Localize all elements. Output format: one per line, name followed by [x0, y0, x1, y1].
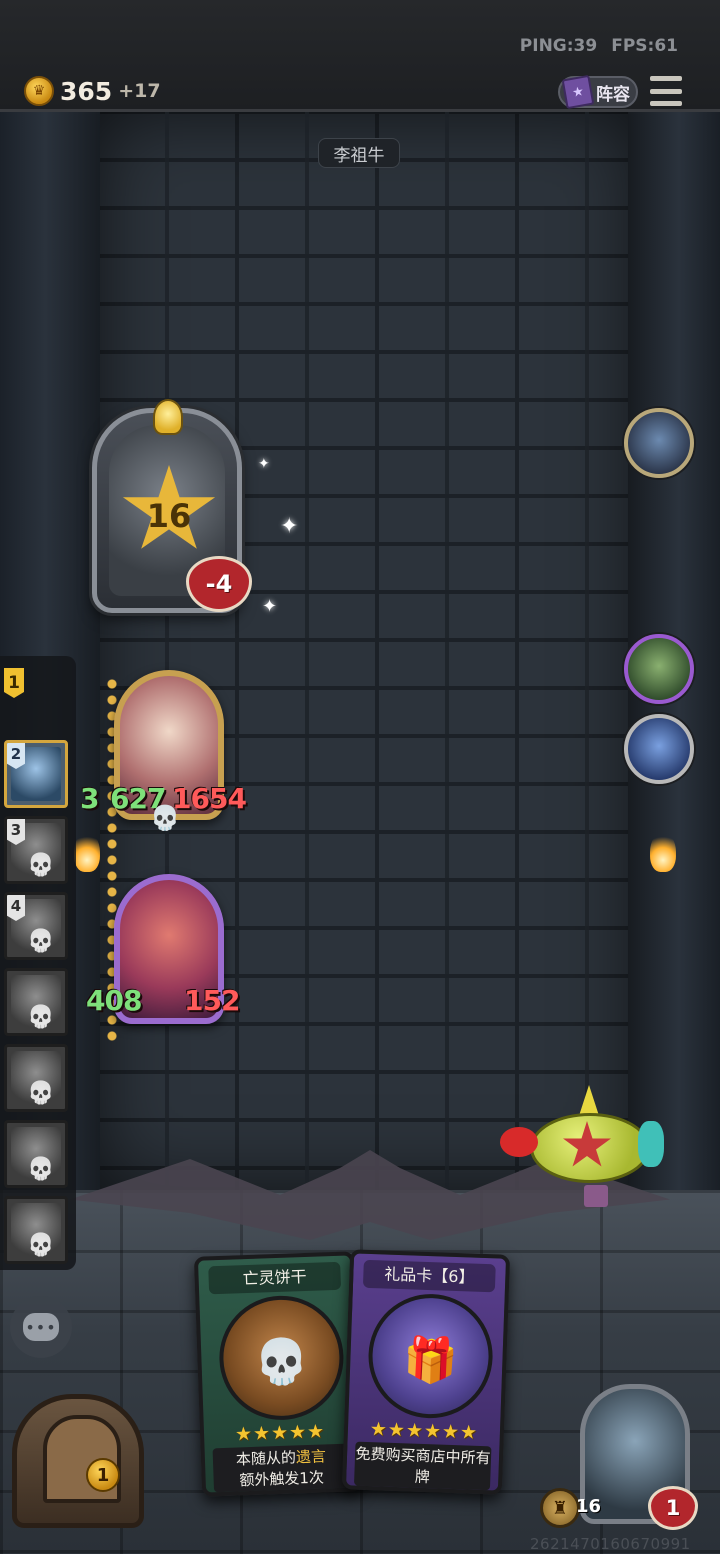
- gold-counter: ♛ 365 +17: [24, 76, 161, 106]
- card-stars: ★★★★★: [234, 1420, 326, 1446]
- card-glyph: 🎁: [402, 1334, 459, 1388]
- torch-flame-right: [650, 832, 676, 872]
- slot-number: 3: [7, 819, 25, 845]
- card-description: 本随从的遗言 额外触发1次: [212, 1443, 351, 1493]
- skull-icon: 💀: [27, 1081, 55, 1106]
- card-text-suffix: 额外触发1次: [239, 1468, 325, 1490]
- minion-2-attack: 408: [86, 984, 142, 1017]
- lineup-button[interactable]: ★ 阵容: [558, 74, 638, 110]
- sparkle-icon: ✦: [280, 514, 299, 539]
- skull-icon: 💀: [27, 929, 55, 954]
- timeline-slot-4[interactable]: 4 💀: [4, 892, 68, 960]
- gold-amount: 365: [60, 76, 113, 106]
- timeline-slot-5[interactable]: 💀: [4, 968, 68, 1036]
- shop-card-gift-card[interactable]: 礼品卡【6】 🎁 ★★★★★★ 免费购买商店中所有牌: [341, 1249, 511, 1495]
- airship-nose: [500, 1127, 538, 1157]
- sparkle-icon: ✦: [262, 596, 278, 617]
- airship-gondola: [584, 1185, 608, 1207]
- player-uid: 2621470160670991: [530, 1535, 691, 1553]
- timeline-slot-7[interactable]: 💀: [4, 1120, 68, 1188]
- minion-1-health: 1654: [172, 782, 247, 815]
- minion-1-attack: 3: [80, 782, 100, 815]
- timeline-slot-3[interactable]: 3 💀: [4, 816, 68, 884]
- deathrattle-skull-icon: 💀: [150, 804, 180, 832]
- minion-2-health: 152: [184, 984, 240, 1017]
- card-text-prefix: 本随从的: [235, 1448, 297, 1469]
- card-keyword: 遗言: [295, 1447, 327, 1467]
- tavern-tier-icon: ♜: [540, 1488, 580, 1528]
- gold-income: +17: [118, 80, 161, 102]
- timeline-slot-6[interactable]: 💀: [4, 1044, 68, 1112]
- timeline-slot-2[interactable]: 2: [4, 740, 68, 808]
- card-title: 礼品卡【6】: [362, 1259, 496, 1293]
- skull-icon: 💀: [27, 1005, 55, 1030]
- skull-icon: 💀: [27, 1157, 55, 1182]
- book-icon: ★: [561, 74, 595, 110]
- opponent-portrait-1[interactable]: [624, 408, 694, 478]
- timeline-slot-8[interactable]: 💀: [4, 1196, 68, 1264]
- lightbulb-icon: [153, 399, 183, 435]
- chat-button[interactable]: •••: [10, 1296, 72, 1358]
- airship-tail: [638, 1121, 664, 1167]
- brick-wall-background: [95, 110, 640, 1190]
- lineup-label: 阵容: [596, 84, 630, 105]
- opponent-portrait-2[interactable]: [624, 634, 694, 704]
- fps-label: FPS:61: [611, 36, 678, 56]
- opponent-name-tag: 李祖牛: [318, 138, 400, 168]
- top-bar: PING:39 FPS:61 ♛ 365 +17 ★ 阵容: [0, 0, 720, 112]
- shop-reroll-chest[interactable]: [12, 1394, 144, 1528]
- gift-card-icon: 🎁: [366, 1292, 495, 1421]
- shop-card-undead-cookie[interactable]: 亡灵饼干 💀 ★★★★★ 本随从的遗言 额外触发1次: [193, 1251, 363, 1497]
- card-title: 亡灵饼干: [208, 1261, 342, 1295]
- ping-label: PING:39: [519, 36, 598, 56]
- current-round-badge: 1: [4, 668, 24, 698]
- slot-number: 2: [7, 743, 25, 769]
- hamburger-menu-icon[interactable]: [650, 76, 682, 106]
- crown-coin-icon: ♛: [24, 76, 54, 106]
- opponent-portrait-3[interactable]: [624, 714, 694, 784]
- card-stars: ★★★★★★: [369, 1418, 479, 1444]
- card-glyph: 💀: [253, 1335, 310, 1389]
- card-description: 免费购买商店中所有牌: [353, 1441, 492, 1491]
- network-stats: PING:39 FPS:61: [520, 36, 678, 56]
- reroll-cost: 1: [86, 1458, 120, 1492]
- airship-decoration: [500, 1085, 668, 1225]
- skull-icon: 💀: [27, 853, 55, 878]
- cookie-skull-icon: 💀: [217, 1293, 346, 1422]
- player-armor: 16: [576, 1496, 602, 1517]
- skull-icon: 💀: [27, 1233, 55, 1258]
- slot-number: 4: [7, 895, 25, 921]
- chat-bubble-icon: •••: [23, 1313, 59, 1341]
- hero-level: 16: [146, 497, 192, 535]
- torch-flame-left: [74, 832, 100, 872]
- sparkle-icon: ✦: [258, 456, 270, 472]
